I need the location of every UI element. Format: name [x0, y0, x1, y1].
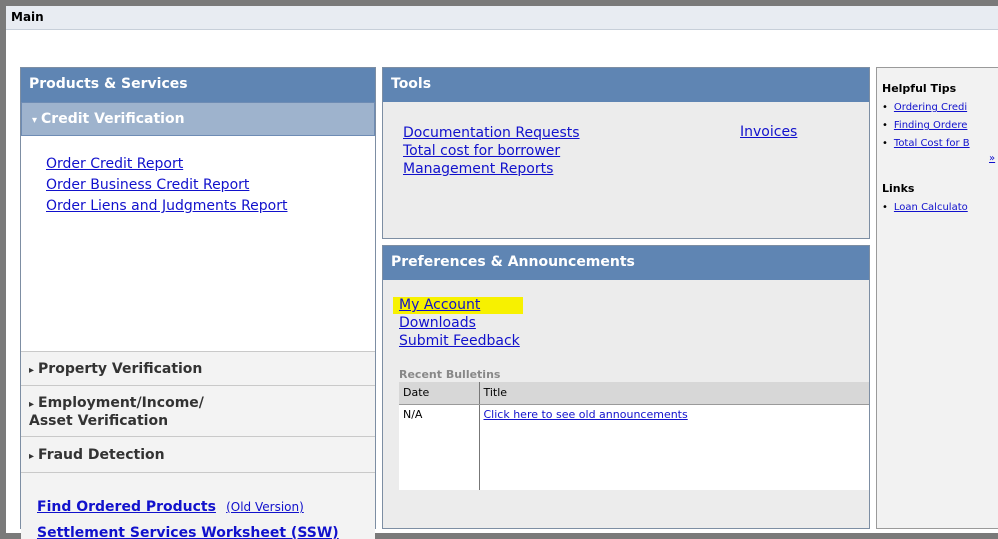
tools-panel: Tools Documentation Requests Total cost …: [382, 67, 870, 239]
property-verification-section[interactable]: ▸ Property Verification: [21, 351, 375, 385]
caret-right-icon: ▸: [29, 451, 35, 462]
list-item: Ordering Credi: [882, 99, 998, 117]
title-column-header: Title: [479, 382, 869, 405]
credit-verification-label: Credit Verification: [41, 111, 185, 127]
management-reports-link[interactable]: Management Reports: [403, 160, 580, 178]
links-list: Loan Calculato: [882, 199, 998, 217]
tools-header: Tools: [383, 68, 869, 102]
table-row: N/A Click here to see old announcements: [399, 404, 869, 490]
caret-right-icon: ▸: [29, 365, 35, 376]
products-footer: Find Ordered Products (Old Version) Sett…: [21, 472, 375, 539]
my-account-link[interactable]: My Account: [399, 296, 520, 314]
old-announcements-link[interactable]: Click here to see old announcements: [484, 408, 866, 421]
employment-label-line1: Employment/Income/: [38, 395, 204, 411]
employment-verification-section[interactable]: ▸ Employment/Income/ Asset Verification: [21, 385, 375, 436]
table-header-row: Date Title: [399, 382, 869, 405]
fraud-detection-section[interactable]: ▸ Fraud Detection: [21, 436, 375, 472]
invoices-link[interactable]: Invoices: [740, 124, 797, 140]
right-sidebar: Helpful Tips Ordering Credi Finding Orde…: [876, 67, 998, 529]
tip-finding-ordered-link[interactable]: Finding Ordere: [894, 120, 967, 131]
page-title: Main: [11, 10, 44, 24]
top-bar: Main: [6, 6, 998, 30]
caret-down-icon: ▾: [32, 115, 38, 126]
old-version-link[interactable]: (Old Version): [226, 500, 304, 514]
list-item: Finding Ordere: [882, 117, 998, 135]
employment-label-line2: Asset Verification: [29, 413, 169, 429]
credit-verification-links: Order Credit Report Order Business Credi…: [21, 136, 375, 316]
ssw-link[interactable]: Settlement Services Worksheet (SSW): [37, 525, 339, 539]
tip-total-cost-link[interactable]: Total Cost for B: [894, 138, 970, 149]
downloads-link[interactable]: Downloads: [399, 314, 520, 332]
list-item: Loan Calculato: [882, 199, 998, 217]
order-business-credit-report-link[interactable]: Order Business Credit Report: [46, 175, 375, 196]
recent-bulletins-title: Recent Bulletins: [399, 368, 501, 381]
property-verification-label: Property Verification: [38, 361, 203, 377]
preferences-panel: Preferences & Announcements My Account D…: [382, 245, 870, 529]
tools-links: Documentation Requests Total cost for bo…: [403, 124, 580, 178]
products-services-header: Products & Services: [21, 68, 375, 102]
preferences-header: Preferences & Announcements: [383, 246, 869, 280]
bulletins-table: Date Title N/A Click here to see old ann…: [399, 382, 869, 490]
date-column-header: Date: [399, 382, 480, 405]
preferences-links: My Account Downloads Submit Feedback: [393, 296, 523, 350]
loan-calculator-link[interactable]: Loan Calculato: [894, 202, 968, 213]
links-title: Links: [882, 182, 915, 195]
fraud-detection-label: Fraud Detection: [38, 447, 165, 463]
more-tips-link[interactable]: »: [989, 153, 998, 164]
list-item: Total Cost for B: [882, 135, 998, 153]
tip-ordering-credit-link[interactable]: Ordering Credi: [894, 102, 967, 113]
order-credit-report-link[interactable]: Order Credit Report: [46, 154, 375, 175]
recent-bulletins: Recent Bulletins Date Title N/A Click he…: [399, 368, 869, 490]
documentation-requests-link[interactable]: Documentation Requests: [403, 124, 580, 142]
helpful-tips-title: Helpful Tips: [882, 82, 957, 95]
bulletin-title-cell: Click here to see old announcements: [479, 404, 869, 490]
helpful-tips-list: Ordering Credi Finding Ordere Total Cost…: [882, 99, 998, 153]
bulletin-date: N/A: [399, 404, 480, 490]
find-ordered-products-link[interactable]: Find Ordered Products: [37, 499, 216, 515]
products-services-panel: Products & Services ▾ Credit Verification…: [20, 67, 376, 539]
caret-right-icon: ▸: [29, 399, 35, 410]
submit-feedback-link[interactable]: Submit Feedback: [399, 332, 520, 350]
order-liens-judgments-link[interactable]: Order Liens and Judgments Report: [46, 196, 375, 217]
total-cost-borrower-link[interactable]: Total cost for borrower: [403, 142, 580, 160]
credit-verification-section[interactable]: ▾ Credit Verification: [21, 102, 375, 136]
